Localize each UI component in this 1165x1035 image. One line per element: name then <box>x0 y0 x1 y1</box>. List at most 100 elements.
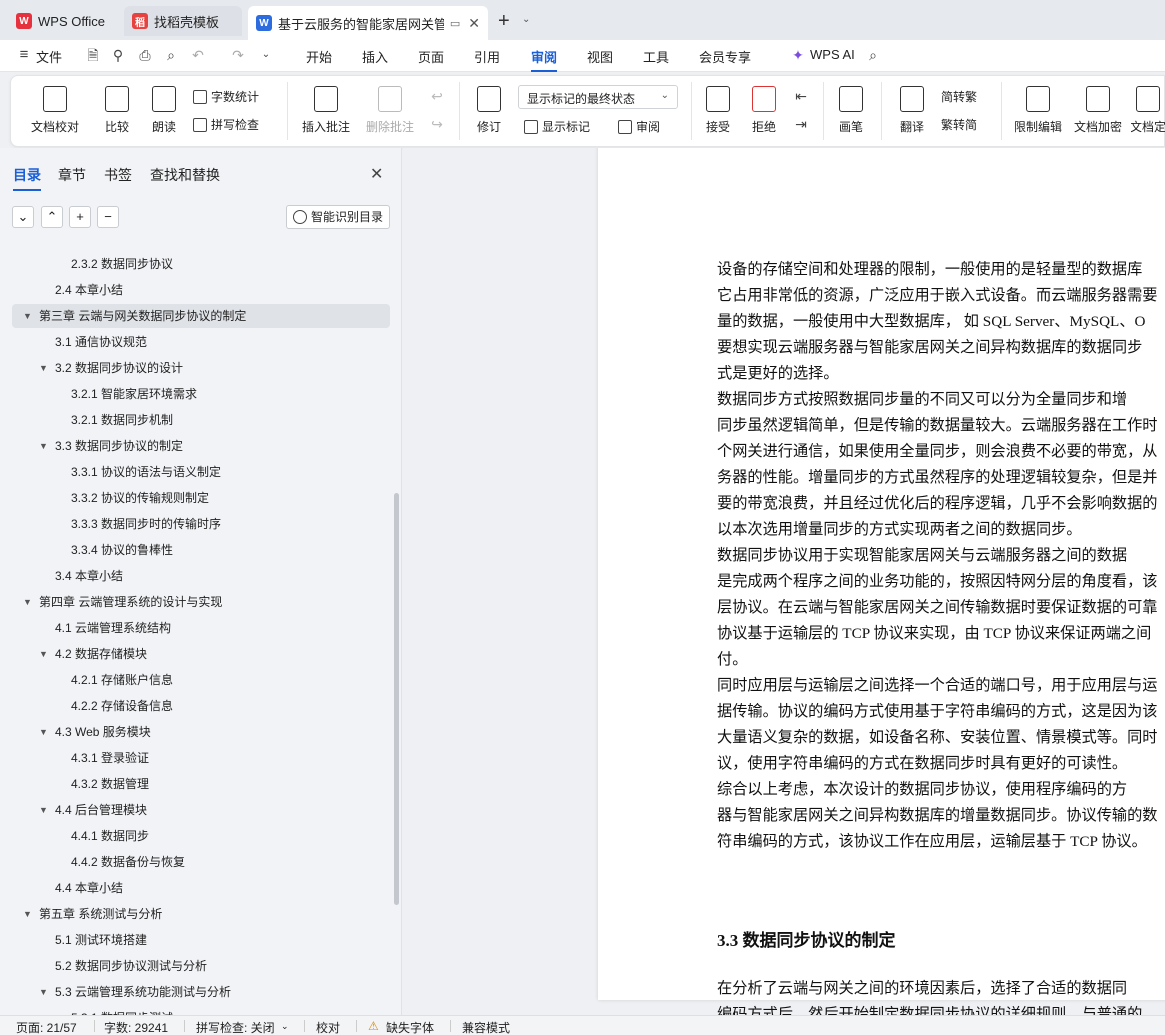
panel-tab-chapters[interactable]: 章节 <box>58 165 86 185</box>
toc-item[interactable]: 2.3.2 数据同步协议 <box>12 252 390 276</box>
panel-tab-find-replace[interactable]: 查找和替换 <box>150 165 220 185</box>
print-preview-icon[interactable]: ⌕ <box>163 47 179 63</box>
close-tab-icon[interactable]: ✕ <box>468 15 480 32</box>
proofread-status[interactable]: 校对 <box>316 1019 340 1035</box>
close-icon[interactable]: ✕ <box>370 164 383 184</box>
toc-item[interactable]: ▼ 3.3 数据同步协议的制定 <box>12 434 390 458</box>
remove-heading-icon[interactable]: − <box>97 206 119 228</box>
expand-arrow-icon[interactable]: ▼ <box>39 356 48 380</box>
toc-item[interactable]: ▼ 3.2 数据同步协议的设计 <box>12 356 390 380</box>
delete-comment-button[interactable]: 删除批注 <box>361 76 419 135</box>
toc-item[interactable]: ▼ 第三章 云端与网关数据同步协议的制定 <box>12 304 390 328</box>
share-icon[interactable]: ⚲ <box>110 47 126 63</box>
expand-down-icon[interactable]: ⌄ <box>12 206 34 228</box>
pen-button[interactable]: 画笔 <box>835 76 867 135</box>
markup-state-select[interactable]: 显示标记的最终状态 ⌄ <box>518 85 678 109</box>
chevron-down-icon[interactable]: ⌄ <box>281 1021 289 1032</box>
expand-arrow-icon[interactable]: ▼ <box>39 434 48 458</box>
previous-comment-icon[interactable]: ↩ <box>429 88 445 104</box>
toc-item[interactable]: 4.4 本章小结 <box>12 876 390 900</box>
tab-current-document[interactable]: W 基于云服务的智能家居网关管理 ▭ ✕ <box>248 6 488 40</box>
next-comment-icon[interactable]: ↪ <box>429 116 445 132</box>
new-tab-plus-icon[interactable]: + <box>498 10 510 33</box>
spell-check-status[interactable]: 拼写检查: 关闭 <box>196 1019 275 1035</box>
show-markup-button[interactable]: 显示标记 <box>524 118 590 135</box>
toc-item[interactable]: 4.4.1 数据同步 <box>12 824 390 848</box>
hamburger-menu-icon[interactable]: ≡ <box>16 47 32 63</box>
toc-item[interactable]: ▼ 4.4 后台管理模块 <box>12 798 390 822</box>
accept-button[interactable]: 接受 <box>699 76 737 135</box>
expand-arrow-icon[interactable]: ▼ <box>39 798 48 822</box>
simplified-to-traditional-button[interactable]: 简转繁 <box>941 88 977 105</box>
tab-daoke-template[interactable]: 稻 找稻壳模板 <box>124 6 242 36</box>
chevron-down-icon[interactable]: ⌄ <box>258 47 274 63</box>
toc-item[interactable]: 3.3.4 协议的鲁棒性 <box>12 538 390 562</box>
next-revision-icon[interactable]: ⇥ <box>793 116 809 132</box>
menu-start[interactable]: 开始 <box>306 47 332 66</box>
expand-arrow-icon[interactable]: ▼ <box>23 590 32 614</box>
toc-item[interactable]: 4.2.2 存储设备信息 <box>12 694 390 718</box>
expand-arrow-icon[interactable]: ▼ <box>39 642 48 666</box>
undo-icon[interactable]: ↶ <box>190 47 206 63</box>
menu-page[interactable]: 页面 <box>418 47 444 66</box>
toc-item[interactable]: 3.3.3 数据同步时的传输时序 <box>12 512 390 536</box>
toc-item[interactable]: 2.4 本章小结 <box>12 278 390 302</box>
tab-wps-office[interactable]: W WPS Office <box>8 6 118 36</box>
read-aloud-button[interactable]: 朗读 <box>149 76 179 135</box>
menu-view[interactable]: 视图 <box>587 47 613 66</box>
page-indicator[interactable]: 页面: 21/57 <box>16 1019 77 1035</box>
chevron-down-icon[interactable]: ⌄ <box>522 14 530 25</box>
translate-button[interactable]: 翻译 <box>893 76 931 135</box>
toc-item[interactable]: ▼ 5.3 云端管理系统功能测试与分析 <box>12 980 390 1004</box>
toc-scrollbar[interactable] <box>394 493 399 905</box>
toc-item[interactable]: ▼ 第四章 云端管理系统的设计与实现 <box>12 590 390 614</box>
previous-revision-icon[interactable]: ⇤ <box>793 88 809 104</box>
menu-tools[interactable]: 工具 <box>643 47 669 66</box>
spell-check-button[interactable]: 拼写检查 <box>193 116 259 133</box>
toc-item[interactable]: 5.3.1 数据同步测试 <box>12 1006 390 1015</box>
toc-item[interactable]: 3.4 本章小结 <box>12 564 390 588</box>
panel-tab-toc[interactable]: 目录 <box>13 165 41 191</box>
window-mode-icon[interactable]: ▭ <box>450 17 460 30</box>
print-icon[interactable]: ⎙ <box>137 47 153 63</box>
word-count[interactable]: 字数: 29241 <box>104 1019 168 1035</box>
toc-item[interactable]: 4.2.1 存储账户信息 <box>12 668 390 692</box>
redo-icon[interactable]: ↷ <box>230 47 246 63</box>
menu-wps-ai[interactable]: WPS AI <box>810 47 855 62</box>
toc-item[interactable]: 4.3.2 数据管理 <box>12 772 390 796</box>
toc-item[interactable]: ▼ 第五章 系统测试与分析 <box>12 902 390 926</box>
toc-item[interactable]: 5.1 测试环境搭建 <box>12 928 390 952</box>
insert-comment-button[interactable]: 插入批注 <box>301 76 351 135</box>
doc-check-button[interactable]: 文档校对 <box>29 76 81 135</box>
reject-button[interactable]: 拒绝 <box>745 76 783 135</box>
panel-tab-bookmarks[interactable]: 书签 <box>104 165 132 185</box>
search-icon[interactable]: ⌕ <box>865 47 881 63</box>
toc-item[interactable]: 3.1 通信协议规范 <box>12 330 390 354</box>
toc-item[interactable]: 4.3.1 登录验证 <box>12 746 390 770</box>
toc-item[interactable]: 5.2 数据同步协议测试与分析 <box>12 954 390 978</box>
missing-font-status[interactable]: 缺失字体 <box>386 1019 434 1035</box>
menu-file[interactable]: 文件 <box>36 47 62 66</box>
menu-review[interactable]: 审阅 <box>531 47 558 72</box>
expand-arrow-icon[interactable]: ▼ <box>23 304 32 328</box>
expand-arrow-icon[interactable]: ▼ <box>23 902 32 926</box>
document-page[interactable]: 设备的存储空间和处理器的限制，一般使用的是轻量型的数据库 它占用非常低的资源，广泛… <box>598 148 1165 1015</box>
add-heading-icon[interactable]: + <box>69 206 91 228</box>
word-count-button[interactable]: 字数统计 <box>193 88 259 105</box>
compare-button[interactable]: 比较 <box>97 76 137 135</box>
revise-button[interactable]: 修订 <box>469 76 509 135</box>
smart-toc-button[interactable]: 智能识别目录 <box>286 205 390 229</box>
toc-item[interactable]: 3.3.1 协议的语法与语义制定 <box>12 460 390 484</box>
toc-item[interactable]: 4.1 云端管理系统结构 <box>12 616 390 640</box>
traditional-to-simplified-button[interactable]: 繁转简 <box>941 116 977 133</box>
compat-mode-status[interactable]: 兼容模式 <box>462 1019 510 1035</box>
expand-arrow-icon[interactable]: ▼ <box>39 720 48 744</box>
toc-item[interactable]: 3.2.1 智能家居环境需求 <box>12 382 390 406</box>
doc-finalize-button[interactable]: 文档定 <box>1131 76 1165 135</box>
save-icon[interactable]: 🗎 <box>85 47 101 63</box>
doc-encrypt-button[interactable]: 文档加密 <box>1073 76 1123 135</box>
restrict-edit-button[interactable]: 限制编辑 <box>1013 76 1063 135</box>
review-pane-button[interactable]: 审阅 <box>618 118 660 135</box>
toc-item[interactable]: 3.2.1 数据同步机制 <box>12 408 390 432</box>
toc-item[interactable]: ▼ 4.3 Web 服务模块 <box>12 720 390 744</box>
